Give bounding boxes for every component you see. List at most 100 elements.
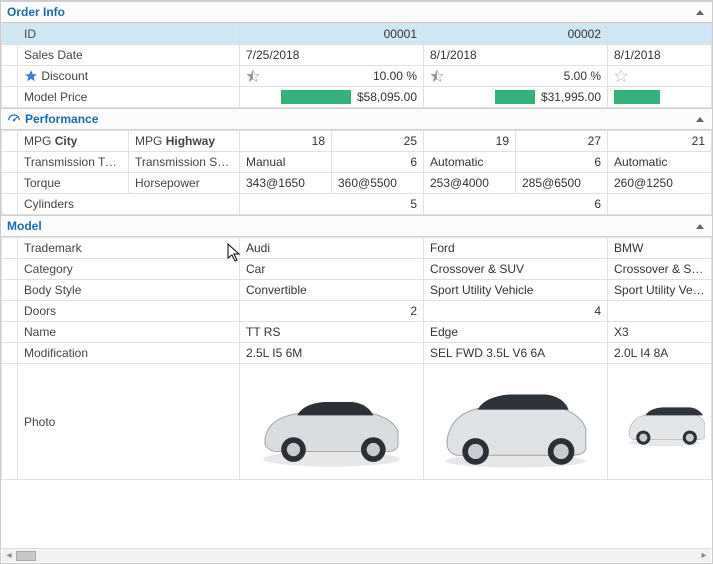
- cell-value: [608, 194, 712, 215]
- cell-label: Cylinders: [18, 194, 240, 215]
- collapse-icon[interactable]: [696, 10, 704, 15]
- cell-value: BMW: [608, 238, 712, 259]
- group-title-model: Model: [7, 219, 42, 233]
- table-row[interactable]: Photo: [2, 364, 712, 480]
- performance-grid: MPG City MPG Highway 18 25 19 27 21 Tran…: [1, 130, 712, 215]
- cell-value: 8/1/2018: [608, 45, 712, 66]
- scroll-left-icon[interactable]: ◂: [2, 549, 16, 563]
- group-title-order-info: Order Info: [7, 5, 65, 19]
- cell-label: MPG City: [18, 131, 129, 152]
- star-icon: [246, 69, 260, 83]
- star-icon: [24, 69, 38, 83]
- cell-label: Photo: [18, 364, 240, 480]
- cell-value: $31,995.00: [424, 87, 608, 108]
- table-row[interactable]: MPG City MPG Highway 18 25 19 27 21: [2, 131, 712, 152]
- table-row[interactable]: Name TT RS Edge X3: [2, 322, 712, 343]
- group-header-order-info[interactable]: Order Info: [1, 1, 712, 23]
- cell-label: Trademark: [18, 238, 240, 259]
- cell-value: 6: [516, 152, 608, 173]
- cell-value: 10.00 %: [240, 66, 424, 87]
- cell-value: Crossover & SUV: [608, 259, 712, 280]
- cell-label: Model Price: [18, 87, 240, 108]
- cell-label: Name: [18, 322, 240, 343]
- table-row[interactable]: Transmission Type Transmission Speeds Ma…: [2, 152, 712, 173]
- cell-label: Discount: [18, 66, 240, 87]
- cell-value: Edge: [424, 322, 608, 343]
- car-photo: [608, 364, 712, 480]
- cell-label: Torque: [18, 173, 129, 194]
- cell-label: ID: [18, 24, 240, 45]
- group-header-model[interactable]: Model: [1, 215, 712, 237]
- cell-value: 2.5L I5 6M: [240, 343, 424, 364]
- horizontal-scrollbar[interactable]: ◂ ▸: [2, 548, 711, 562]
- cell-value: Sport Utility Vehicle: [608, 280, 712, 301]
- cell-value: $58,095.00: [240, 87, 424, 108]
- cell-label: Category: [18, 259, 240, 280]
- table-row[interactable]: Torque Horsepower 343@1650 360@5500 253@…: [2, 173, 712, 194]
- cell-value: 6: [332, 152, 424, 173]
- cell-label: MPG Highway: [129, 131, 240, 152]
- collapse-icon[interactable]: [696, 224, 704, 229]
- scrollbar-thumb[interactable]: [16, 551, 36, 561]
- cell-value: Manual: [240, 152, 332, 173]
- progress-bar: [614, 90, 660, 104]
- cell-value: 27: [516, 131, 608, 152]
- cell-value: 343@1650: [240, 173, 332, 194]
- cell-value: 360@5500: [332, 173, 424, 194]
- cell-value: X3: [608, 322, 712, 343]
- cell-value: Sport Utility Vehicle: [424, 280, 608, 301]
- group-title-performance: Performance: [25, 112, 98, 126]
- cell-value: 5.00 %: [424, 66, 608, 87]
- progress-bar: [281, 90, 351, 104]
- cell-value: 21: [608, 131, 712, 152]
- table-row[interactable]: Sales Date 7/25/2018 8/1/2018 8/1/2018: [2, 45, 712, 66]
- cell-value: 00001: [240, 24, 424, 45]
- collapse-icon[interactable]: [696, 117, 704, 122]
- cell-value: [608, 24, 712, 45]
- cell-value: Automatic: [424, 152, 516, 173]
- car-photo: [240, 364, 424, 480]
- table-row[interactable]: Model Price $58,095.00 $31,995.00: [2, 87, 712, 108]
- cell-value: 00002: [424, 24, 608, 45]
- cell-value: TT RS: [240, 322, 424, 343]
- table-row[interactable]: ID 00001 00002: [2, 24, 712, 45]
- table-row[interactable]: Doors 2 4: [2, 301, 712, 322]
- table-row[interactable]: Category Car Crossover & SUV Crossover &…: [2, 259, 712, 280]
- cell-value: 8/1/2018: [424, 45, 608, 66]
- cell-value: 19: [424, 131, 516, 152]
- cell-value: [608, 66, 712, 87]
- cell-label: Sales Date: [18, 45, 240, 66]
- cell-value: 285@6500: [516, 173, 608, 194]
- table-row[interactable]: Discount 10.00 % 5.00 %: [2, 66, 712, 87]
- cell-value: Automatic: [608, 152, 712, 173]
- car-photo: [424, 364, 608, 480]
- table-row[interactable]: Cylinders 5 6: [2, 194, 712, 215]
- scrollbar-track[interactable]: [16, 551, 697, 561]
- star-icon: [430, 69, 444, 83]
- table-row[interactable]: Body Style Convertible Sport Utility Veh…: [2, 280, 712, 301]
- cell-value: 253@4000: [424, 173, 516, 194]
- model-grid: Trademark Audi Ford BMW Category Car Cro…: [1, 237, 712, 480]
- cell-value: 18: [240, 131, 332, 152]
- cell-value: 7/25/2018: [240, 45, 424, 66]
- cell-value: Convertible: [240, 280, 424, 301]
- cell-value: Crossover & SUV: [424, 259, 608, 280]
- cell-value: [608, 87, 712, 108]
- progress-bar: [495, 90, 535, 104]
- scroll-right-icon[interactable]: ▸: [697, 549, 711, 563]
- cell-label: Doors: [18, 301, 240, 322]
- cell-label: Transmission Speeds: [129, 152, 240, 173]
- cell-value: 2.0L I4 8A: [608, 343, 712, 364]
- cell-value: Audi: [240, 238, 424, 259]
- table-row[interactable]: Modification 2.5L I5 6M SEL FWD 3.5L V6 …: [2, 343, 712, 364]
- cell-value: 4: [424, 301, 608, 322]
- group-header-performance[interactable]: Performance: [1, 108, 712, 130]
- cell-value: 260@1250: [608, 173, 712, 194]
- cell-value: 25: [332, 131, 424, 152]
- cell-value: [608, 301, 712, 322]
- cell-value: Car: [240, 259, 424, 280]
- cell-label: Transmission Type: [18, 152, 129, 173]
- cell-value: 2: [240, 301, 424, 322]
- table-row[interactable]: Trademark Audi Ford BMW: [2, 238, 712, 259]
- order-info-grid: ID 00001 00002 Sales Date 7/25/2018 8/1/…: [1, 23, 712, 108]
